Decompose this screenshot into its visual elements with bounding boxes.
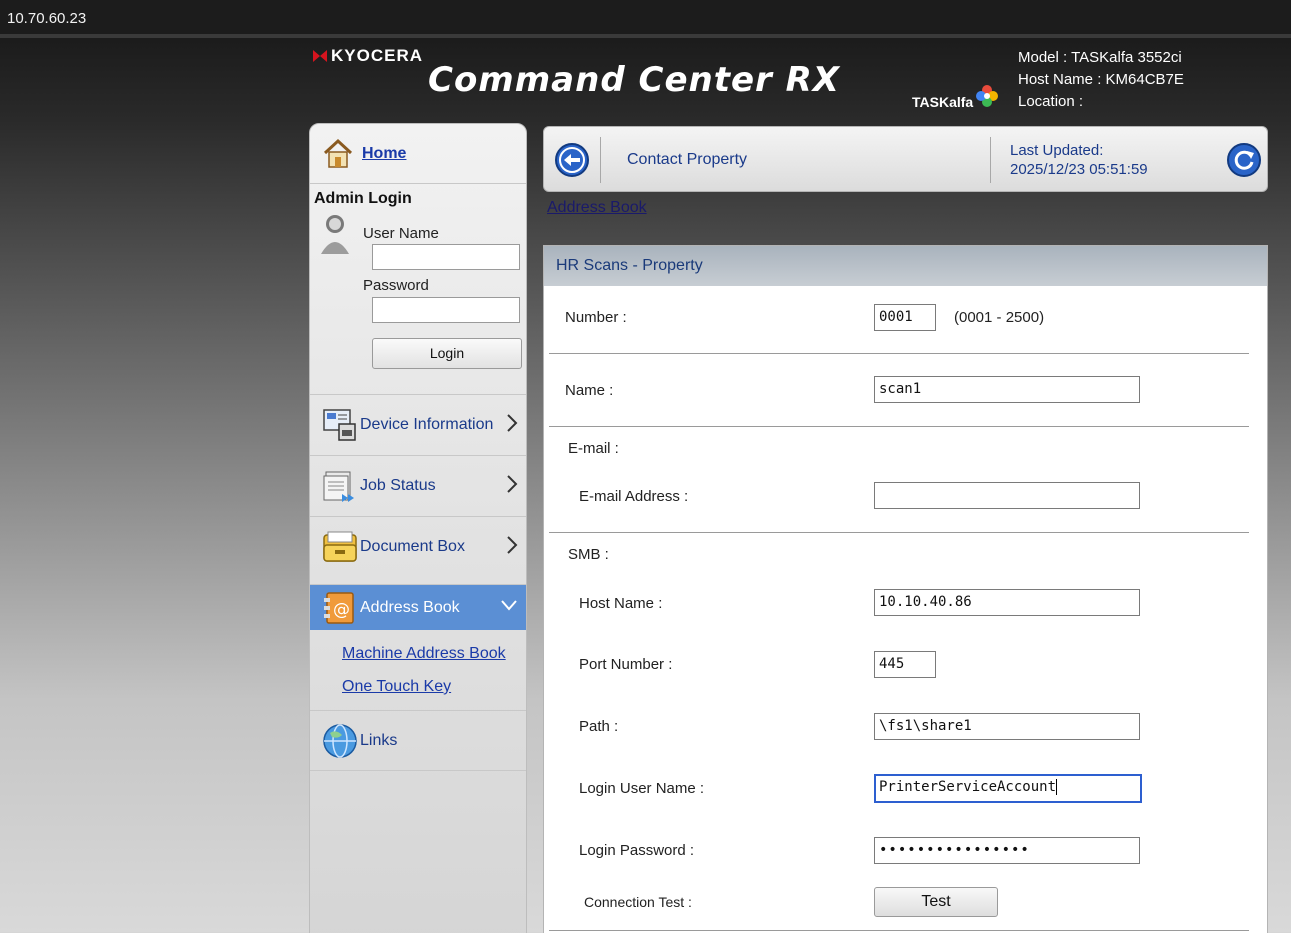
last-updated: Last Updated: 2025/12/23 05:51:59 [1010,141,1148,179]
last-updated-label: Last Updated: [1010,142,1104,159]
number-input[interactable]: 0001 [874,304,936,331]
password-input[interactable] [372,297,520,323]
brand-text: KYOCERA [331,46,424,65]
user-avatar-icon [321,215,349,254]
login-password-label: Login Password : [579,842,695,859]
row-divider [549,532,1249,533]
panel-title: HR Scans - Property [544,246,1267,286]
sub-link-one-touch-key[interactable]: One Touch Key [342,678,451,696]
nav-label: Job Status [360,476,436,494]
host-name-text: Host Name : KM64CB7E [1018,71,1184,88]
nav-label: Links [360,731,398,749]
refresh-icon[interactable] [1226,142,1262,178]
host-name-input[interactable]: 10.10.40.86 [874,589,1140,616]
chevron-right-icon [507,536,518,554]
port-number-label: Port Number : [579,656,673,673]
nav-job-status[interactable]: Job Status [310,455,526,515]
product-line-text: TASKalfa [912,94,974,110]
port-number-input[interactable]: 445 [874,651,936,678]
connection-test-label: Connection Test : [584,894,692,910]
number-label: Number : [565,309,627,326]
svg-text:@: @ [333,600,350,620]
text-caret [1056,779,1058,795]
browser-address-bar[interactable]: 10.70.60.23 [0,0,1291,38]
login-button[interactable]: Login [372,338,522,369]
nav-divider [310,770,526,771]
nav-links[interactable]: Links [310,710,526,770]
nav-label: Address Book [360,598,460,616]
job-status-icon [323,471,354,502]
content-header-bar: Contact Property Last Updated: 2025/12/2… [543,126,1268,192]
nav-label: Document Box [360,537,465,555]
breadcrumb[interactable]: Address Book [547,199,647,217]
page-title: Contact Property [627,151,748,168]
number-range: (0001 - 2500) [954,309,1045,326]
chevron-down-icon [501,600,517,611]
product-line: TASKalfa [912,85,999,110]
taskalfa-flower-icon [976,85,999,107]
nav-label: Device Information [360,415,494,433]
sidebar-home[interactable]: Home [310,124,526,184]
email-address-label: E-mail Address : [579,488,689,505]
chevron-right-icon [507,414,518,432]
login-user-name-value: PrinterServiceAccount [879,779,1057,795]
admin-login-title: Admin Login [314,190,412,207]
login-user-name-label: Login User Name : [579,780,705,797]
home-icon [323,138,353,168]
user-name-input[interactable] [372,244,520,270]
device-info: Model : TASKalfa 3552ci Host Name : KM64… [1018,47,1184,113]
name-label: Name : [565,382,614,399]
home-link[interactable]: Home [362,145,406,163]
test-button[interactable]: Test [874,887,998,917]
last-updated-value: 2025/12/23 05:51:59 [1010,161,1148,178]
model-text: Model : TASKalfa 3552ci [1018,49,1182,66]
login-user-name-input[interactable]: PrinterServiceAccount [874,774,1142,803]
sub-link-machine-address-book[interactable]: Machine Address Book [342,645,506,663]
device-information-icon [323,408,356,441]
host-name-label: Host Name : [579,595,663,612]
path-label: Path : [579,718,619,735]
nav-address-book[interactable]: @ Address Book [310,584,526,630]
row-divider [549,353,1249,354]
header-divider [600,137,601,183]
header-divider [990,137,991,183]
chevron-right-icon [507,475,518,493]
globe-icon [323,723,357,758]
nav-document-box[interactable]: Document Box [310,516,526,576]
smb-section-label: SMB : [568,546,609,563]
address-book-icon: @ [324,591,354,624]
kyocera-logo: KYOCERA [312,46,423,66]
password-label: Password [363,277,429,294]
email-address-input[interactable] [874,482,1140,509]
row-divider [549,426,1249,427]
product-title: Command Center RX [428,60,841,100]
document-box-icon [323,531,357,562]
path-input[interactable]: \fs1\share1 [874,713,1140,740]
nav-device-information[interactable]: Device Information [310,394,526,454]
email-section-label: E-mail : [568,440,619,457]
row-divider [549,930,1249,931]
contact-property-panel: HR Scans - Property Number : 0001 (0001 … [543,245,1268,933]
address-text: 10.70.60.23 [7,10,87,27]
back-arrow-icon[interactable] [554,142,590,178]
login-password-input[interactable]: •••••••••••••••• [874,837,1140,864]
kyocera-mark-icon [313,50,327,62]
user-name-label: User Name [363,225,439,242]
location-text: Location : [1018,93,1084,110]
sidebar: Home Admin Login User Name Password Logi… [309,123,527,933]
name-input[interactable]: scan1 [874,376,1140,403]
